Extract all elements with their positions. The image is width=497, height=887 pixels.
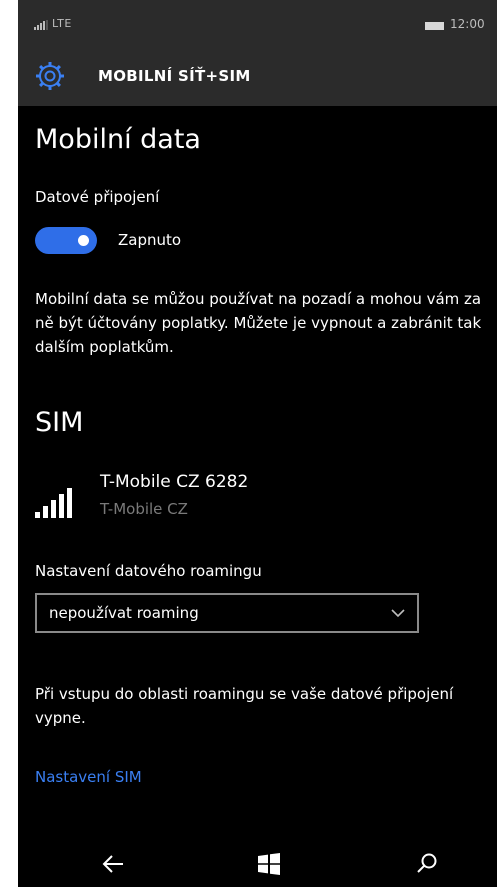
clock: 12:00 — [450, 17, 485, 31]
roaming-selected-value: nepoužívat roaming — [49, 604, 199, 622]
phone-screen: LTE 12:00 MOBILNÍ SÍŤ+SIM Mobilní data D… — [18, 0, 497, 887]
navigation-bar — [18, 840, 497, 887]
sim-operator: T-Mobile CZ — [100, 500, 188, 518]
roaming-note: Při vstupu do oblasti roamingu se vaše d… — [35, 685, 454, 727]
signal-bars-icon — [35, 488, 72, 518]
data-connection-toggle[interactable] — [35, 227, 97, 254]
battery-icon — [425, 22, 444, 30]
gear-icon — [36, 62, 64, 90]
page-title: MOBILNÍ SÍŤ+SIM — [98, 67, 251, 85]
status-bar: LTE 12:00 — [18, 0, 497, 46]
mobile-data-heading: Mobilní data — [35, 124, 201, 155]
data-connection-label: Datové připojení — [35, 188, 160, 206]
signal-strength-icon — [34, 20, 48, 30]
roaming-label: Nastavení datového roamingu — [35, 562, 262, 580]
toggle-state-label: Zapnuto — [118, 231, 182, 249]
back-arrow-icon[interactable] — [93, 848, 133, 880]
sim-heading: SIM — [35, 407, 84, 438]
sim-settings-link[interactable]: Nastavení SIM — [35, 768, 142, 786]
search-icon[interactable] — [406, 848, 446, 880]
network-type: LTE — [52, 17, 72, 30]
roaming-dropdown[interactable]: nepoužívat roaming — [35, 593, 419, 633]
windows-logo-icon[interactable] — [249, 848, 289, 880]
mobile-data-description: Mobilní data se můžou používat na pozadí… — [35, 290, 482, 356]
sim-name: T-Mobile CZ 6282 — [100, 472, 249, 492]
chevron-down-icon — [391, 609, 405, 618]
page-header: MOBILNÍ SÍŤ+SIM — [18, 46, 497, 106]
toggle-knob — [78, 235, 89, 246]
